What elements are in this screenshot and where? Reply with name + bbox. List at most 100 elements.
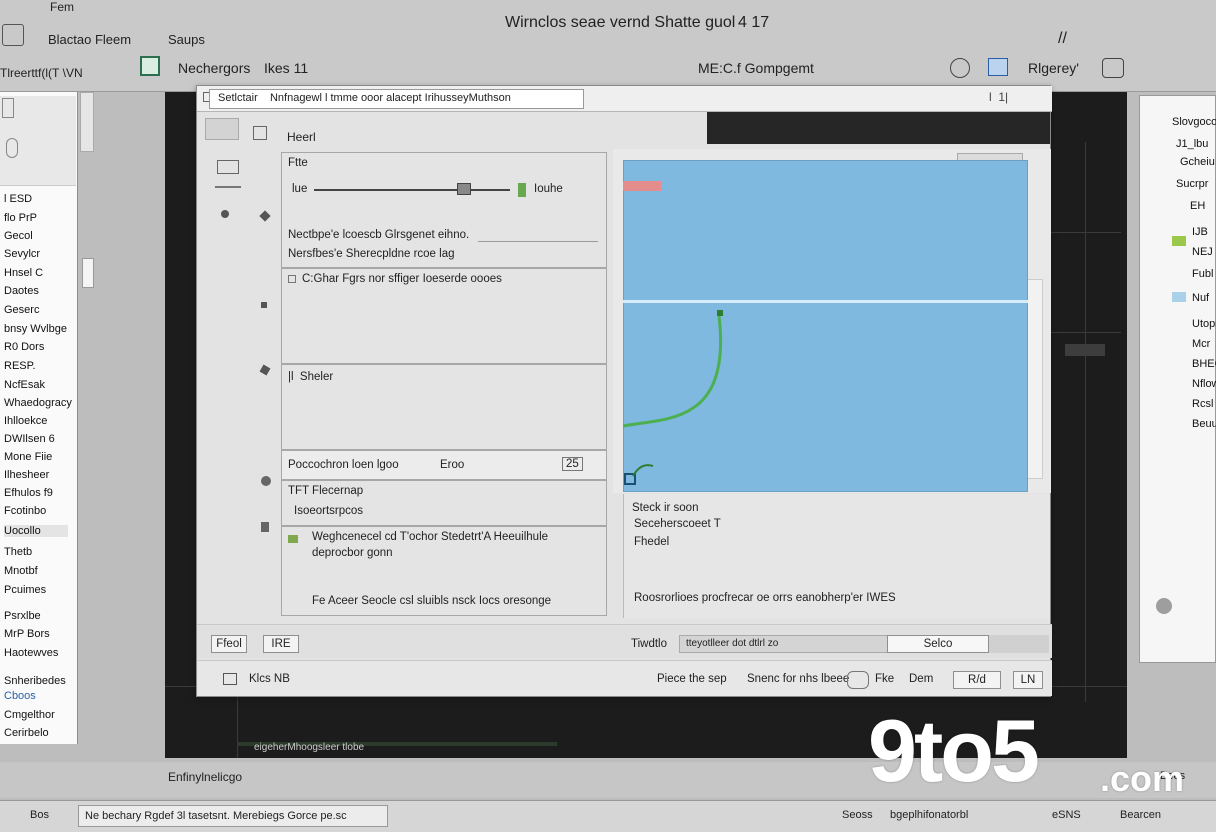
slider-thumb[interactable] [456,183,471,195]
list-item[interactable]: Hnsel C [4,267,43,279]
tab-active[interactable]: Setlctair Nnfnagewl l tmme ooor alacept … [209,89,584,109]
list-item[interactable]: Daotes [4,285,39,297]
link-icon[interactable] [223,673,237,685]
left-scrollbar[interactable] [80,92,94,152]
eye-icon[interactable] [261,476,271,486]
list-item[interactable]: bnsy Wvlbge [4,323,67,335]
footer-button-4[interactable]: LN [1013,671,1043,689]
slider-end-marker[interactable] [518,183,526,197]
frame-icon[interactable] [217,160,239,174]
section-2-label: C:Ghar Fgrs nor sffiger Ioeserde oooes [302,273,502,285]
menu-item-neighbors[interactable]: Nechergors [178,60,250,76]
align-icon[interactable] [215,186,241,188]
right-item[interactable]: Nflow [1192,378,1216,390]
list-item[interactable]: NcfEsak [4,379,45,391]
dialog-titlebar: Setlctair Nnfnagewl l tmme ooor alacept … [197,86,1052,112]
pen-icon[interactable]: // [1058,30,1067,48]
footer-button-3[interactable]: R/d [953,671,1001,689]
status-item-4[interactable]: bgeplhifonatorbl [890,809,968,821]
dot-icon[interactable] [221,210,229,218]
list-item[interactable]: MrP Bors [4,628,50,640]
settings-section-4: TFT Flecernap Isoeortsrpcos [281,480,607,526]
registry-label[interactable]: Rlgerey' [1028,60,1079,76]
list-item[interactable]: Sevylcr [4,248,40,260]
list-item[interactable]: Cboos [4,690,36,702]
row-bar[interactable]: Poccochron loen lgoo Eroo 25 [281,450,607,480]
list-item[interactable]: Gecol [4,230,33,242]
arrow-icon[interactable] [259,210,271,222]
row-bar-value[interactable]: 25 [562,457,583,471]
field-input[interactable]: tteyotlleer dot dtlrl zo [679,635,889,653]
right-item[interactable]: EH [1190,200,1205,212]
mouse-icon[interactable] [6,138,18,158]
right-item[interactable]: Utops [1192,318,1216,330]
settings-icon[interactable] [950,58,970,78]
field-spacer [989,635,1049,653]
list-item[interactable]: Geserc [4,304,39,316]
list-item[interactable]: Whaedogracy [4,397,72,409]
status-item-6[interactable]: Bearcen [1120,809,1161,821]
list-item-selected[interactable]: Uocollo [4,525,68,537]
list-item[interactable]: flo PrP [4,212,37,224]
left-scroll-thumb[interactable] [82,258,94,288]
list-item[interactable]: Mone Fiie [4,451,52,463]
status-item-3[interactable]: Seoss [842,809,873,821]
list-item[interactable]: RESP. [4,360,36,372]
check-icon[interactable] [205,118,239,140]
field-label: Tiwdtlo [631,638,667,650]
list-item[interactable]: Efhulos f9 [4,487,53,499]
record-icon[interactable] [1156,598,1172,614]
list-item[interactable]: R0 Dors [4,341,44,353]
save-icon[interactable] [140,56,160,76]
list-item[interactable]: l ESD [4,193,32,205]
list-item[interactable]: Cerirbelo [4,727,49,739]
list-item[interactable]: DWIlsen 6 [4,433,55,445]
right-item[interactable]: Gcheiu [1180,156,1215,168]
list-item[interactable]: Mnotbf [4,565,38,577]
status-item-1[interactable]: Bos [30,809,49,821]
document-icon[interactable] [2,98,14,118]
right-item[interactable]: BHEO [1192,358,1216,370]
toggle-icon[interactable] [847,671,869,689]
footer-button-2[interactable]: IRE [263,635,299,653]
list-item[interactable]: Psrxlbe [4,610,41,622]
right-item[interactable]: IJB [1192,226,1208,238]
list-item[interactable]: Haotewves [4,647,58,659]
right-item[interactable]: Beuufr [1192,418,1216,430]
footer-left-label: Klcs NB [249,673,290,685]
right-item[interactable]: Nuf [1192,292,1209,304]
right-item[interactable]: Rcsl [1192,398,1213,410]
list-item[interactable]: Fcotinbo [4,505,46,517]
right-item[interactable]: Sucrpr [1176,178,1208,190]
user-icon[interactable] [1102,58,1124,78]
layers-icon[interactable] [253,126,267,140]
list-item[interactable]: Thetb [4,546,32,558]
right-item[interactable]: NEJ [1192,246,1213,258]
main-dialog: Setlctair Nnfnagewl l tmme ooor alacept … [196,85,1052,697]
pin-icon[interactable] [261,522,269,532]
monitor-icon[interactable] [988,58,1008,76]
window-controls[interactable]: l 1| [989,90,1008,104]
right-item[interactable]: Fubl [1192,268,1213,280]
list-item[interactable]: Cmgelthor [4,709,55,721]
grid-line [1051,232,1121,233]
list-item[interactable]: Ilhesheer [4,469,49,481]
curve-start-point[interactable] [717,310,723,316]
status-item-2[interactable]: Ne bechary Rgdef 3l tasetsnt. Merebiegs … [78,805,388,827]
cursor-icon[interactable] [259,364,271,376]
menu-item-theme[interactable]: Tlreerttf(l(T \VN [0,66,105,80]
list-item[interactable]: Snheribedes [4,675,66,687]
app-icon[interactable] [2,24,24,46]
right-item[interactable]: J1_lbu [1176,138,1208,150]
right-item[interactable]: Mcr [1192,338,1210,350]
slider-track[interactable] [314,189,510,191]
footer-button-1[interactable]: Ffeol [211,635,247,653]
field-button[interactable]: Selco [887,635,989,653]
menu-item-bees[interactable]: Ikes 11 [264,60,308,76]
list-item[interactable]: Ihlloekce [4,415,47,427]
list-item[interactable]: Pcuimes [4,584,46,596]
menu-item-file[interactable]: Blactao Fleem [48,32,131,47]
note-icon [288,535,298,543]
status-item-5[interactable]: eSNS [1052,809,1081,821]
menu-item-setup[interactable]: Saups [168,32,205,47]
